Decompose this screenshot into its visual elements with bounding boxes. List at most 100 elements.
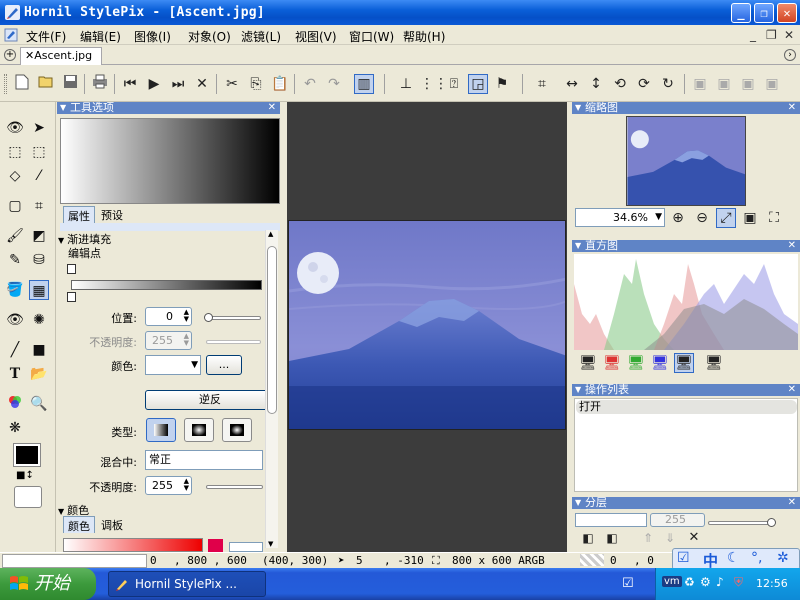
scroll-down-icon[interactable]: ▼ bbox=[268, 540, 273, 548]
next-frame-icon[interactable]: ⏭ bbox=[168, 74, 188, 94]
mdi-close-button[interactable]: ✕ bbox=[784, 28, 794, 42]
clone-stamp-icon[interactable]: ⛁ bbox=[29, 250, 49, 270]
cut-icon[interactable]: ✂ bbox=[222, 74, 242, 94]
pattern-icon[interactable]: ❋ bbox=[5, 418, 25, 438]
linear-gradient-type-button[interactable] bbox=[146, 418, 176, 442]
channel-green-icon[interactable]: 🖥 bbox=[626, 353, 646, 373]
color-value-field[interactable] bbox=[229, 542, 263, 552]
move-arrow-icon[interactable]: ➤ bbox=[29, 118, 49, 138]
opacity-slider[interactable] bbox=[206, 485, 263, 489]
image-open-icon[interactable]: 📂 bbox=[29, 364, 49, 384]
layer-opacity-knob[interactable] bbox=[767, 518, 776, 527]
ime-settings-icon[interactable]: ✲ bbox=[777, 550, 789, 566]
menu-image[interactable]: 图像(I) bbox=[134, 28, 171, 45]
fullscreen-icon[interactable]: ⛶ bbox=[764, 208, 784, 228]
scroll-up-icon[interactable]: ▲ bbox=[268, 230, 273, 238]
snap-icon[interactable]: ◲ bbox=[468, 74, 488, 94]
ascent-photo[interactable] bbox=[288, 220, 566, 430]
reverse-button[interactable]: 逆反 bbox=[145, 390, 275, 410]
red-eye-icon[interactable]: 👁 bbox=[5, 310, 25, 330]
lasso-icon[interactable]: ◇ bbox=[5, 166, 25, 186]
brush-icon[interactable]: 🖌 bbox=[5, 226, 25, 246]
layer-top-icon[interactable]: ▣ bbox=[738, 74, 758, 94]
radial-gradient-type-button[interactable] bbox=[184, 418, 214, 442]
menu-help[interactable]: 帮助(H) bbox=[403, 28, 445, 45]
clock[interactable]: 12:56 bbox=[756, 577, 788, 590]
gradient-stop-top[interactable] bbox=[67, 264, 76, 274]
position-slider-knob[interactable] bbox=[204, 313, 213, 322]
tab-properties[interactable]: 属性 bbox=[63, 206, 95, 223]
layer-down-arrow-icon[interactable]: ⇓ bbox=[660, 528, 680, 548]
grid-icon[interactable]: ⋮⋮ bbox=[420, 74, 448, 94]
opacity-dim-field[interactable]: 255 ▲ ▼ bbox=[145, 331, 192, 350]
position-field[interactable]: 0 ▲ ▼ bbox=[145, 307, 192, 326]
delete-layer-icon[interactable]: ✕ bbox=[684, 528, 704, 548]
channel-all-icon[interactable]: 🖥 bbox=[704, 353, 724, 373]
collapse-triangle-icon[interactable]: ▼ bbox=[60, 102, 66, 114]
transform-icon[interactable]: ▢ bbox=[5, 196, 25, 216]
foreground-color-swatch[interactable] bbox=[14, 444, 40, 466]
panel-close-icon[interactable]: ✕ bbox=[788, 497, 796, 509]
layer-up-arrow-icon[interactable]: ⇑ bbox=[638, 528, 658, 548]
ruler-icon[interactable]: ⊥ bbox=[396, 74, 416, 94]
color-picker-button[interactable]: ... bbox=[206, 355, 242, 375]
zoom-field[interactable]: 34.6% ▼ bbox=[575, 208, 665, 227]
thumbnail-header[interactable]: ▼ 缩略图 ✕ bbox=[572, 102, 800, 114]
select-marquee-icon[interactable]: ⬚ bbox=[29, 142, 49, 162]
square-gradient-type-button[interactable] bbox=[222, 418, 252, 442]
menu-filter[interactable]: 滤镜(L) bbox=[241, 28, 281, 45]
panel-close-icon[interactable]: ✕ bbox=[268, 102, 276, 114]
tab-scroll-button[interactable]: › bbox=[784, 49, 796, 61]
panel-toggle-icon[interactable]: ▥ bbox=[354, 74, 374, 94]
fit-window-icon[interactable]: ⤢ bbox=[716, 208, 736, 228]
layer-opacity-field[interactable]: 255 bbox=[650, 513, 705, 527]
taskbar-stylepix-button[interactable]: Hornil StylePix ... bbox=[108, 571, 266, 597]
shape-rect-icon[interactable]: ■ bbox=[29, 340, 49, 360]
fill-bucket-icon[interactable]: 🪣 bbox=[5, 280, 25, 300]
flip-vertical-icon[interactable]: ↕ bbox=[586, 74, 606, 94]
sharpen-icon[interactable]: ✺ bbox=[29, 310, 49, 330]
ime-toggle-icon[interactable]: ☑ bbox=[677, 550, 690, 566]
first-frame-icon[interactable]: ⏮ bbox=[120, 74, 140, 94]
layer-opacity-slider[interactable] bbox=[708, 521, 774, 525]
channel-rgb-icon[interactable]: 🖥 bbox=[674, 353, 694, 373]
guide-icon[interactable]: ⍰ bbox=[444, 74, 464, 94]
pencil-icon[interactable]: ✎ bbox=[5, 250, 25, 270]
line-icon[interactable]: ╱ bbox=[5, 340, 25, 360]
layer-up-icon[interactable]: ▣ bbox=[690, 74, 710, 94]
menu-view[interactable]: 视图(V) bbox=[295, 28, 337, 45]
open-folder-icon[interactable] bbox=[36, 74, 56, 94]
spin-icon[interactable]: ▲ ▼ bbox=[184, 309, 189, 323]
layers-header[interactable]: ▼ 分层 ✕ bbox=[572, 497, 800, 509]
copy-icon[interactable]: ⎘ bbox=[246, 74, 266, 94]
background-color-swatch[interactable] bbox=[14, 486, 42, 508]
close-button[interactable]: ✕ bbox=[777, 3, 797, 23]
rotate-left-icon[interactable]: ⟲ bbox=[610, 74, 630, 94]
close-doc-icon[interactable]: ✕ bbox=[192, 74, 212, 94]
rotate-right-icon[interactable]: ⟳ bbox=[634, 74, 654, 94]
tab-presets[interactable]: 预设 bbox=[97, 206, 127, 223]
select-rect-icon[interactable]: ⬚ bbox=[5, 142, 25, 162]
ime-halfwidth-icon[interactable]: ☾ bbox=[727, 550, 740, 566]
pin-icon[interactable]: ⚑ bbox=[492, 74, 512, 94]
crop-tool-icon[interactable]: ⌗ bbox=[29, 196, 49, 216]
layer-down-icon[interactable]: ▣ bbox=[714, 74, 734, 94]
gradient-bar[interactable] bbox=[71, 280, 262, 290]
mdi-minimize-button[interactable]: _ bbox=[750, 28, 756, 42]
rotate-free-icon[interactable]: ↻ bbox=[658, 74, 678, 94]
channel-blue-icon[interactable]: 🖥 bbox=[650, 353, 670, 373]
position-slider[interactable] bbox=[206, 316, 261, 320]
color-dropdown[interactable]: ▼ bbox=[145, 355, 201, 375]
new-tab-button[interactable]: + bbox=[4, 49, 16, 61]
paste-icon[interactable]: 📋 bbox=[270, 74, 290, 94]
gradient-tool-icon[interactable]: ▦ bbox=[29, 280, 49, 300]
history-item[interactable]: 打开 bbox=[576, 400, 797, 414]
opacity-dim-slider[interactable] bbox=[206, 340, 261, 344]
tab-palette[interactable]: 调板 bbox=[97, 516, 127, 533]
color-slider-red[interactable] bbox=[63, 538, 203, 552]
scrollbar-thumb[interactable] bbox=[267, 246, 277, 414]
tab-color[interactable]: 颜色 bbox=[63, 516, 95, 533]
tray-app-icon[interactable]: ♻ bbox=[684, 575, 695, 589]
blend-mode-dropdown[interactable]: 常正 bbox=[145, 450, 263, 470]
tray-volume-icon[interactable]: ♪ bbox=[716, 575, 724, 589]
